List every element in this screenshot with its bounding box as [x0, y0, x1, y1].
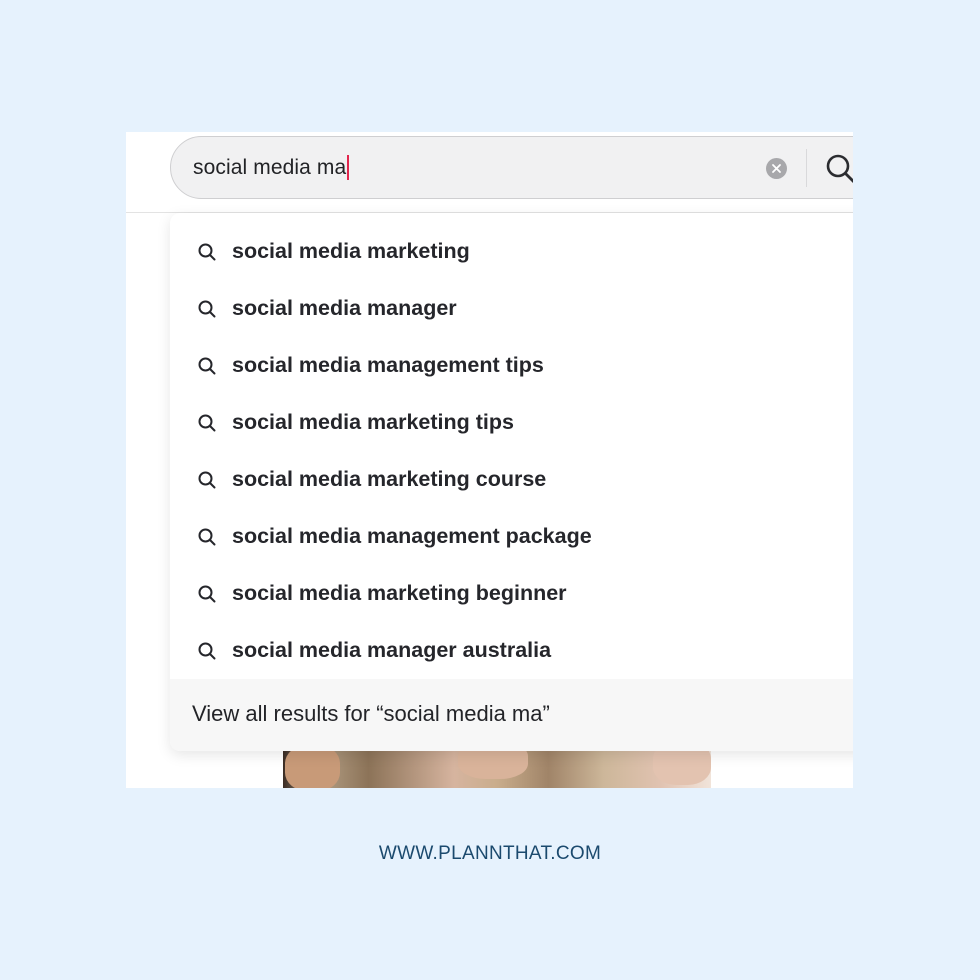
- footer-website-url: WWW.PLANNTHAT.COM: [378, 843, 602, 864]
- search-icon: [198, 357, 216, 375]
- suggestion-item[interactable]: social media manager: [170, 280, 853, 337]
- text-caret: [347, 155, 350, 180]
- search-icon: [198, 528, 216, 546]
- search-query-text: social media ma: [193, 155, 347, 179]
- suggestion-label: social media marketing beginner: [232, 581, 567, 605]
- search-submit-button[interactable]: [825, 153, 853, 185]
- suggestion-label: social media manager: [232, 296, 457, 320]
- suggestion-label: social media marketing tips: [232, 410, 514, 434]
- suggestion-label: social media management package: [232, 524, 592, 548]
- search-box[interactable]: social media ma: [170, 136, 853, 199]
- clear-circle-icon: [772, 164, 781, 173]
- search-icon: [198, 585, 216, 603]
- top-bar: social media ma: [126, 132, 853, 213]
- suggestion-item[interactable]: social media marketing: [170, 223, 853, 280]
- search-icon: [198, 243, 216, 261]
- search-input[interactable]: social media ma: [193, 155, 350, 180]
- clear-search-button[interactable]: [766, 158, 787, 179]
- search-icon: [198, 414, 216, 432]
- suggestion-label: social media management tips: [232, 353, 544, 377]
- suggestion-item[interactable]: social media manager australia: [170, 622, 853, 679]
- suggestion-item[interactable]: social media management tips: [170, 337, 853, 394]
- suggestion-label: social media marketing course: [232, 467, 547, 491]
- suggestion-item[interactable]: social media marketing course: [170, 451, 853, 508]
- app-screenshot: social media ma social media marketing s…: [126, 132, 853, 788]
- search-divider: [806, 149, 807, 187]
- suggestion-item[interactable]: social media marketing beginner: [170, 565, 853, 622]
- suggestion-item[interactable]: social media management package: [170, 508, 853, 565]
- view-all-results-label: View all results for “social media ma”: [192, 701, 550, 726]
- search-icon: [198, 471, 216, 489]
- suggestion-label: social media marketing: [232, 239, 470, 263]
- suggestion-item[interactable]: social media marketing tips: [170, 394, 853, 451]
- suggestion-label: social media manager australia: [232, 638, 552, 662]
- search-icon: [826, 154, 853, 183]
- search-icon: [198, 300, 216, 318]
- search-suggestions-dropdown: social media marketing social media mana…: [170, 213, 853, 751]
- view-all-results-button[interactable]: View all results for “social media ma”: [170, 679, 853, 751]
- search-icon: [198, 642, 216, 660]
- background-video-thumbnail: [283, 741, 711, 788]
